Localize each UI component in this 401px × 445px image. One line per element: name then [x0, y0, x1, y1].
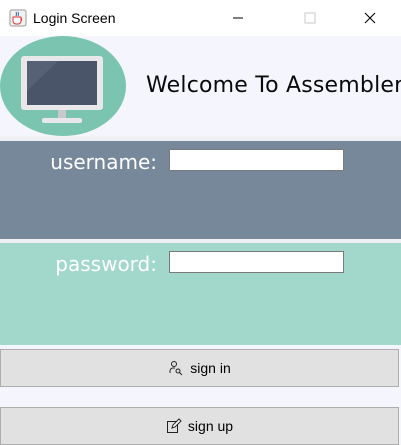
sign-in-label: sign in	[190, 360, 231, 376]
window-title: Login Screen	[33, 10, 116, 26]
minimize-icon	[233, 17, 243, 19]
java-cup-icon	[9, 9, 27, 27]
welcome-message: Welcome To Assembler!	[146, 73, 401, 98]
maximize-icon	[304, 12, 316, 24]
user-key-icon	[168, 360, 184, 376]
title-bar[interactable]: Login Screen	[0, 0, 401, 36]
maximize-button[interactable]	[287, 0, 333, 36]
monitor-icon	[0, 36, 126, 136]
password-input[interactable]	[169, 251, 344, 273]
username-input[interactable]	[169, 149, 344, 171]
password-label: password:	[55, 252, 157, 276]
close-icon	[364, 12, 376, 24]
welcome-header: Welcome To Assembler!	[0, 36, 401, 136]
sign-up-button[interactable]: sign up	[0, 407, 399, 445]
edit-icon	[166, 418, 182, 434]
login-form-area: Welcome To Assembler! username: password…	[0, 36, 401, 445]
username-label: username:	[50, 150, 157, 174]
password-panel: password:	[0, 243, 401, 345]
username-panel: username:	[0, 141, 401, 239]
close-button[interactable]	[347, 0, 393, 36]
minimize-button[interactable]	[215, 0, 261, 36]
sign-in-button[interactable]: sign in	[0, 349, 399, 387]
sign-up-label: sign up	[187, 418, 234, 434]
